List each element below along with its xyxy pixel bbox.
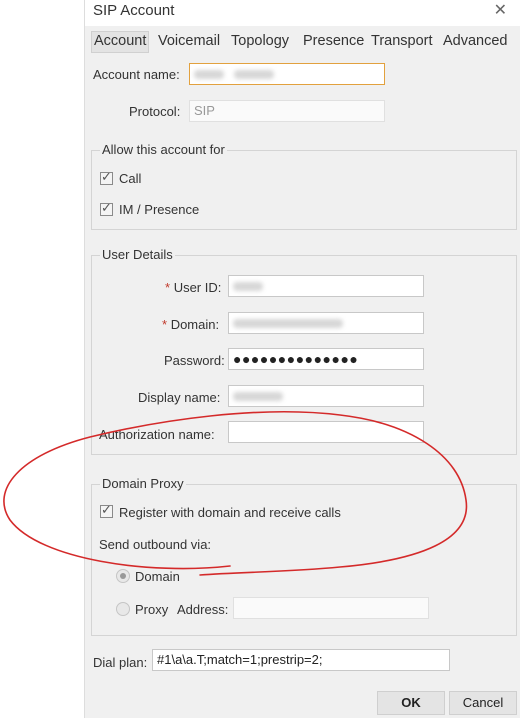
required-mark: * xyxy=(162,317,168,332)
tab-transport[interactable]: Transport xyxy=(369,32,435,52)
domain-input[interactable] xyxy=(228,312,424,334)
required-mark: * xyxy=(165,280,171,295)
close-icon[interactable]: ✕ xyxy=(494,0,507,20)
password-label: Password: xyxy=(164,353,225,368)
redacted-text xyxy=(233,392,283,401)
tab-voicemail[interactable]: Voicemail xyxy=(156,32,222,52)
account-name-label: Account name: xyxy=(93,67,180,82)
send-outbound-label: Send outbound via: xyxy=(99,537,212,552)
authorization-name-input[interactable] xyxy=(228,421,424,443)
user-id-input[interactable] xyxy=(228,275,424,297)
domain-radio[interactable] xyxy=(116,569,130,583)
domain-proxy-legend: Domain Proxy xyxy=(100,476,186,491)
domain-radio-label: Domain xyxy=(135,569,180,584)
user-id-label-text: User ID: xyxy=(173,280,222,295)
proxy-radio-label: Proxy xyxy=(135,602,169,617)
dial-plan-input[interactable]: #1\a\a.T;match=1;prestrip=2; xyxy=(152,649,450,671)
tab-presence[interactable]: Presence xyxy=(301,32,366,52)
proxy-address-input[interactable] xyxy=(233,597,429,619)
user-details-legend: User Details xyxy=(100,247,175,262)
redacted-text xyxy=(233,282,263,291)
call-checkbox[interactable] xyxy=(100,170,113,185)
domain-label: * Domain: xyxy=(162,317,219,332)
authorization-name-label: Authorization name: xyxy=(99,427,215,442)
redacted-text xyxy=(233,319,343,328)
register-domain-checkbox[interactable] xyxy=(100,503,113,518)
im-presence-checkbox[interactable] xyxy=(100,201,113,216)
allow-account-group: Allow this account for xyxy=(91,142,517,230)
ok-button[interactable]: OK xyxy=(377,691,445,715)
password-input[interactable]: ●●●●●●●●●●●●●● xyxy=(228,348,424,370)
call-label: Call xyxy=(119,171,142,186)
window-title: SIP Account xyxy=(93,2,175,19)
redacted-text xyxy=(194,70,224,79)
tab-account[interactable]: Account xyxy=(91,31,150,53)
tab-topology[interactable]: Topology xyxy=(229,32,291,52)
domain-label-text: Domain: xyxy=(170,317,220,332)
redacted-text xyxy=(233,70,274,79)
address-label: Address: xyxy=(177,602,229,617)
sip-account-dialog: SIP Account ✕ Account Voicemail Topology… xyxy=(84,0,520,718)
register-domain-label: Register with domain and receive calls xyxy=(119,505,341,520)
proxy-radio[interactable] xyxy=(116,602,130,616)
display-name-label: Display name: xyxy=(138,390,221,405)
tab-advanced[interactable]: Advanced xyxy=(441,32,510,52)
protocol-field: SIP xyxy=(189,100,385,122)
im-presence-label: IM / Presence xyxy=(119,202,200,217)
account-name-input[interactable] xyxy=(189,63,385,85)
allow-account-legend: Allow this account for xyxy=(100,142,227,157)
user-id-label: * User ID: xyxy=(165,280,221,295)
protocol-label: Protocol: xyxy=(129,104,181,119)
dial-plan-label: Dial plan: xyxy=(93,655,148,670)
cancel-button[interactable]: Cancel xyxy=(449,691,517,715)
title-bar: SIP Account ✕ xyxy=(85,0,520,26)
display-name-input[interactable] xyxy=(228,385,424,407)
